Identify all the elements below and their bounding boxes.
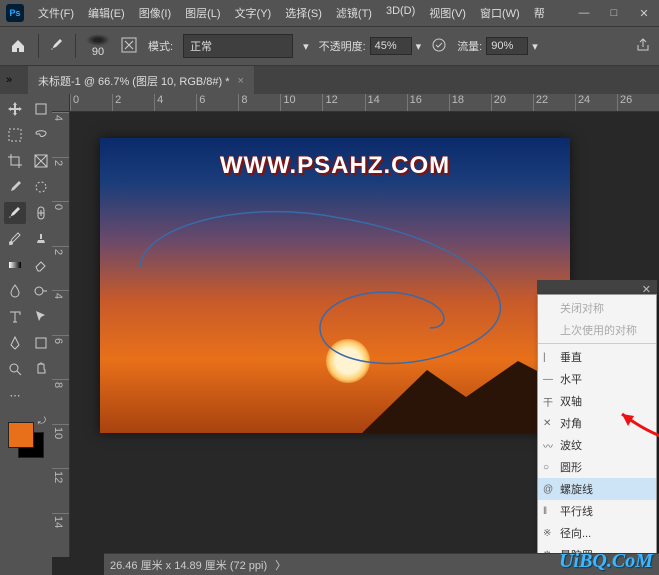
menu-close-symmetry[interactable]: 关闭对称 (538, 297, 656, 319)
menu-select[interactable]: 选择(S) (279, 2, 328, 24)
panel-toggle-icon[interactable]: » (6, 73, 20, 87)
gradient-tool[interactable] (4, 254, 26, 276)
hand-tool[interactable] (30, 358, 52, 380)
menu-filter[interactable]: 滤镜(T) (330, 2, 378, 24)
symmetry-menu: 关闭对称 上次使用的对称 |垂直—水平干双轴✕对角〰波纹○圆形@螺旋线‖平行线※… (537, 294, 657, 575)
menu-window[interactable]: 窗口(W) (474, 2, 526, 24)
move-tool[interactable] (4, 98, 26, 120)
chevron-down-icon[interactable]: ▾ (532, 40, 538, 53)
symmetry-type-icon: 〰 (543, 438, 553, 453)
healing-tool[interactable] (30, 202, 52, 224)
app-logo: Ps (6, 4, 24, 22)
brush-panel-icon[interactable] (120, 36, 138, 57)
brush-tool[interactable] (4, 202, 26, 224)
symmetry-type-icon: ✕ (543, 418, 551, 429)
source-watermark: UiBQ.CoM (559, 550, 653, 573)
eyedropper-tool[interactable] (4, 176, 26, 198)
symmetry-type-icon: ※ (543, 528, 551, 539)
symmetry-type-icon: ○ (543, 462, 549, 473)
toolbox: ⋯ ⤾ (0, 94, 52, 575)
menu-file[interactable]: 文件(F) (32, 2, 80, 24)
eraser-tool[interactable] (30, 254, 52, 276)
shape-tool[interactable] (30, 332, 52, 354)
flow-input[interactable]: 90% (486, 37, 528, 55)
close-button[interactable]: ✕ (629, 0, 659, 26)
history-brush-tool[interactable] (4, 228, 26, 250)
ruler-horizontal[interactable]: 02468101214161820222426 (70, 94, 659, 112)
menu-help[interactable]: 帮 (528, 2, 551, 24)
sun-graphic (326, 339, 370, 383)
flow-label: 流量: (457, 38, 482, 54)
mode-label: 模式: (148, 38, 173, 54)
canvas[interactable]: WWW.PSAHZ.COM (100, 138, 570, 433)
menu-type[interactable]: 文字(Y) (229, 2, 278, 24)
brush-tool-icon[interactable] (49, 37, 65, 56)
menu-image[interactable]: 图像(I) (133, 2, 177, 24)
more-tools[interactable]: ⋯ (4, 384, 26, 406)
menu-symmetry-0[interactable]: |垂直 (538, 346, 656, 368)
ruler-origin[interactable] (52, 94, 70, 112)
pressure-opacity-icon[interactable] (431, 37, 447, 56)
lasso-tool[interactable] (30, 124, 52, 146)
menu-last-symmetry[interactable]: 上次使用的对称 (538, 319, 656, 341)
symmetry-type-icon: @ (543, 484, 553, 495)
menu-3d[interactable]: 3D(D) (380, 2, 421, 24)
menu-symmetry-7[interactable]: ‖平行线 (538, 500, 656, 522)
minimize-button[interactable]: — (569, 0, 599, 26)
chevron-down-icon[interactable]: ▾ (416, 40, 422, 53)
canvas-area: 02468101214161820222426 4202468101214 WW… (52, 94, 659, 575)
symmetry-type-icon: — (543, 374, 553, 385)
ruler-vertical[interactable]: 4202468101214 (52, 112, 70, 557)
symmetry-type-icon: 干 (543, 394, 553, 409)
foreground-color[interactable] (8, 422, 34, 448)
menu-symmetry-5[interactable]: ○圆形 (538, 456, 656, 478)
status-arrow-icon[interactable]: 〉 (275, 557, 286, 573)
opacity-label: 不透明度: (319, 38, 366, 54)
options-bar: 90 模式: 正常 ▾ 不透明度: 45% ▾ 流量: 90% ▾ (0, 26, 659, 66)
close-tab-icon[interactable]: × (238, 75, 244, 87)
home-icon[interactable] (8, 36, 28, 56)
menu-symmetry-1[interactable]: —水平 (538, 368, 656, 390)
chevron-down-icon[interactable]: ▾ (303, 40, 309, 53)
frame-tool[interactable] (30, 150, 52, 172)
zoom-tool[interactable] (4, 358, 26, 380)
blend-mode-select[interactable]: 正常 (183, 34, 293, 58)
brush-preview[interactable]: 90 (86, 34, 110, 58)
menu-symmetry-4[interactable]: 〰波纹 (538, 434, 656, 456)
artboard-tool[interactable] (30, 98, 52, 120)
swap-colors-icon[interactable]: ⤾ (38, 416, 46, 427)
menu-symmetry-3[interactable]: ✕对角 (538, 412, 656, 434)
doc-dimensions: 26.46 厘米 x 14.89 厘米 (72 ppi) (110, 557, 267, 573)
marquee-tool[interactable] (4, 124, 26, 146)
blur-tool[interactable] (4, 280, 26, 302)
symmetry-type-icon: | (543, 352, 546, 363)
dodge-tool[interactable] (30, 280, 52, 302)
opacity-input[interactable]: 45% (370, 37, 412, 55)
menu-symmetry-2[interactable]: 干双轴 (538, 390, 656, 412)
color-swatches[interactable]: ⤾ (4, 416, 52, 456)
menu-symmetry-8[interactable]: ※径向... (538, 522, 656, 544)
symmetry-type-icon: ‖ (543, 506, 547, 517)
path-select-tool[interactable] (30, 306, 52, 328)
menu-view[interactable]: 视图(V) (423, 2, 472, 24)
quick-select-tool[interactable] (30, 176, 52, 198)
pen-tool[interactable] (4, 332, 26, 354)
maximize-button[interactable]: □ (599, 0, 629, 26)
menubar: 文件(F) 编辑(E) 图像(I) 图层(L) 文字(Y) 选择(S) 滤镜(T… (32, 2, 551, 24)
watermark-text: WWW.PSAHZ.COM (100, 152, 570, 180)
share-icon[interactable] (635, 37, 651, 56)
menu-edit[interactable]: 编辑(E) (82, 2, 131, 24)
crop-tool[interactable] (4, 150, 26, 172)
document-tab-title: 未标题-1 @ 66.7% (图层 10, RGB/8#) * (38, 73, 230, 89)
document-tab[interactable]: 未标题-1 @ 66.7% (图层 10, RGB/8#) * × (28, 66, 254, 94)
type-tool[interactable] (4, 306, 26, 328)
menu-symmetry-6[interactable]: @螺旋线 (538, 478, 656, 500)
menu-layer[interactable]: 图层(L) (179, 2, 226, 24)
clone-stamp-tool[interactable] (30, 228, 52, 250)
